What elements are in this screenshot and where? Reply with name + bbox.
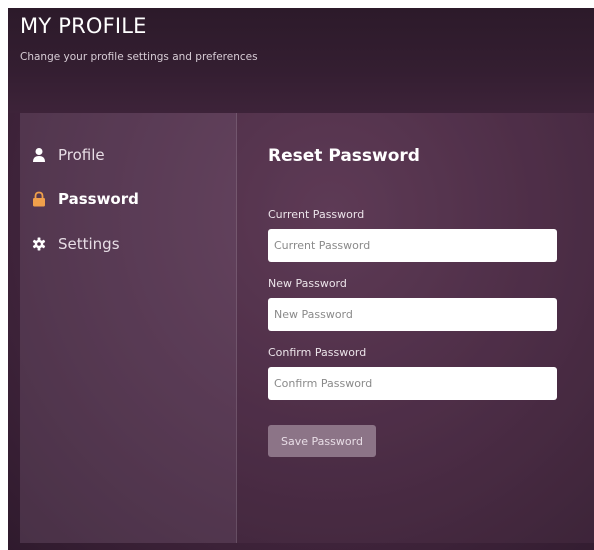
page-title: MY PROFILE (20, 14, 147, 38)
sidebar-item-label: Settings (58, 235, 120, 253)
sidebar-item-settings[interactable]: Settings (32, 233, 120, 255)
sidebar-item-profile[interactable]: Profile (32, 144, 105, 166)
new-password-label: New Password (268, 277, 347, 290)
sidebar-item-label: Profile (58, 146, 105, 164)
new-password-input[interactable] (268, 298, 557, 331)
user-icon (32, 147, 46, 163)
sidebar-item-password[interactable]: Password (32, 188, 139, 210)
page-subtitle: Change your profile settings and prefere… (20, 51, 258, 63)
form-title: Reset Password (268, 146, 420, 166)
confirm-password-input[interactable] (268, 367, 557, 400)
sidebar (20, 113, 237, 543)
lock-icon (32, 191, 46, 207)
current-password-label: Current Password (268, 208, 365, 221)
save-password-button[interactable]: Save Password (268, 425, 376, 457)
gear-icon (32, 236, 46, 252)
sidebar-item-label: Password (58, 190, 139, 208)
confirm-password-label: Confirm Password (268, 346, 367, 359)
current-password-input[interactable] (268, 229, 557, 262)
